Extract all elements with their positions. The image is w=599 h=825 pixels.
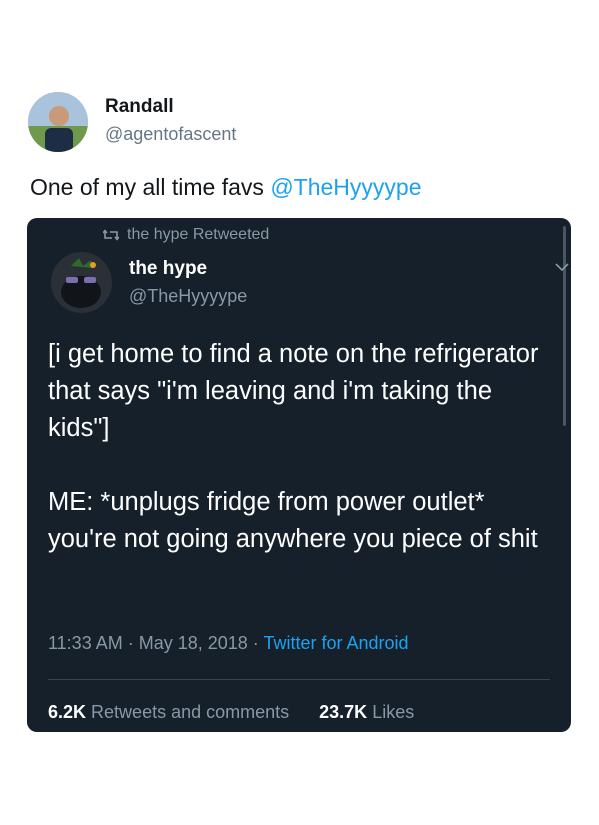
mention-link[interactable]: @TheHyyyype [270, 174, 421, 200]
retweets-count: 6.2K [48, 702, 87, 722]
embedded-tweet-card[interactable]: the hype Retweeted the hype @TheHyyyype … [27, 218, 571, 732]
meta-separator: · [122, 633, 139, 653]
divider [48, 679, 550, 680]
meta-separator: · [247, 633, 264, 653]
tweet-time[interactable]: 11:33 AM [48, 633, 123, 653]
retweet-icon [103, 229, 119, 241]
retweets-label: Retweets and comments [91, 702, 290, 722]
outer-avatar[interactable] [28, 92, 88, 152]
tweet-client-link[interactable]: Twitter for Android [263, 633, 408, 653]
tweet-body: [i get home to find a note on the refrig… [48, 340, 539, 553]
avatar-photo-icon [51, 252, 112, 313]
chevron-down-icon[interactable] [554, 259, 570, 275]
avatar-photo-icon [28, 92, 88, 152]
outer-handle[interactable]: @agentofascent [105, 124, 236, 145]
likes-stat[interactable]: 23.7K Likes [319, 702, 414, 723]
outer-tweet-text: One of my all time favs @TheHyyyype [30, 174, 422, 201]
inner-handle[interactable]: @TheHyyyype [129, 286, 247, 307]
likes-label: Likes [372, 702, 415, 722]
scrollbar[interactable] [563, 226, 566, 426]
retweets-stat[interactable]: 6.2K Retweets and comments [48, 702, 289, 723]
tweet-date[interactable]: May 18, 2018 [139, 633, 248, 653]
outer-display-name[interactable]: Randall [105, 96, 174, 118]
likes-count: 23.7K [319, 702, 368, 722]
retweet-label: the hype Retweeted [127, 226, 270, 243]
inner-display-name[interactable]: the hype [129, 258, 207, 280]
tweet-meta: 11:33 AM · May 18, 2018 · Twitter for An… [48, 633, 409, 654]
inner-avatar[interactable] [51, 252, 112, 313]
outer-tweet-text-body: One of my all time favs [30, 174, 271, 200]
tweet-stats: 6.2K Retweets and comments 23.7K Likes [48, 702, 414, 723]
retweet-indicator: the hype Retweeted [103, 226, 269, 244]
